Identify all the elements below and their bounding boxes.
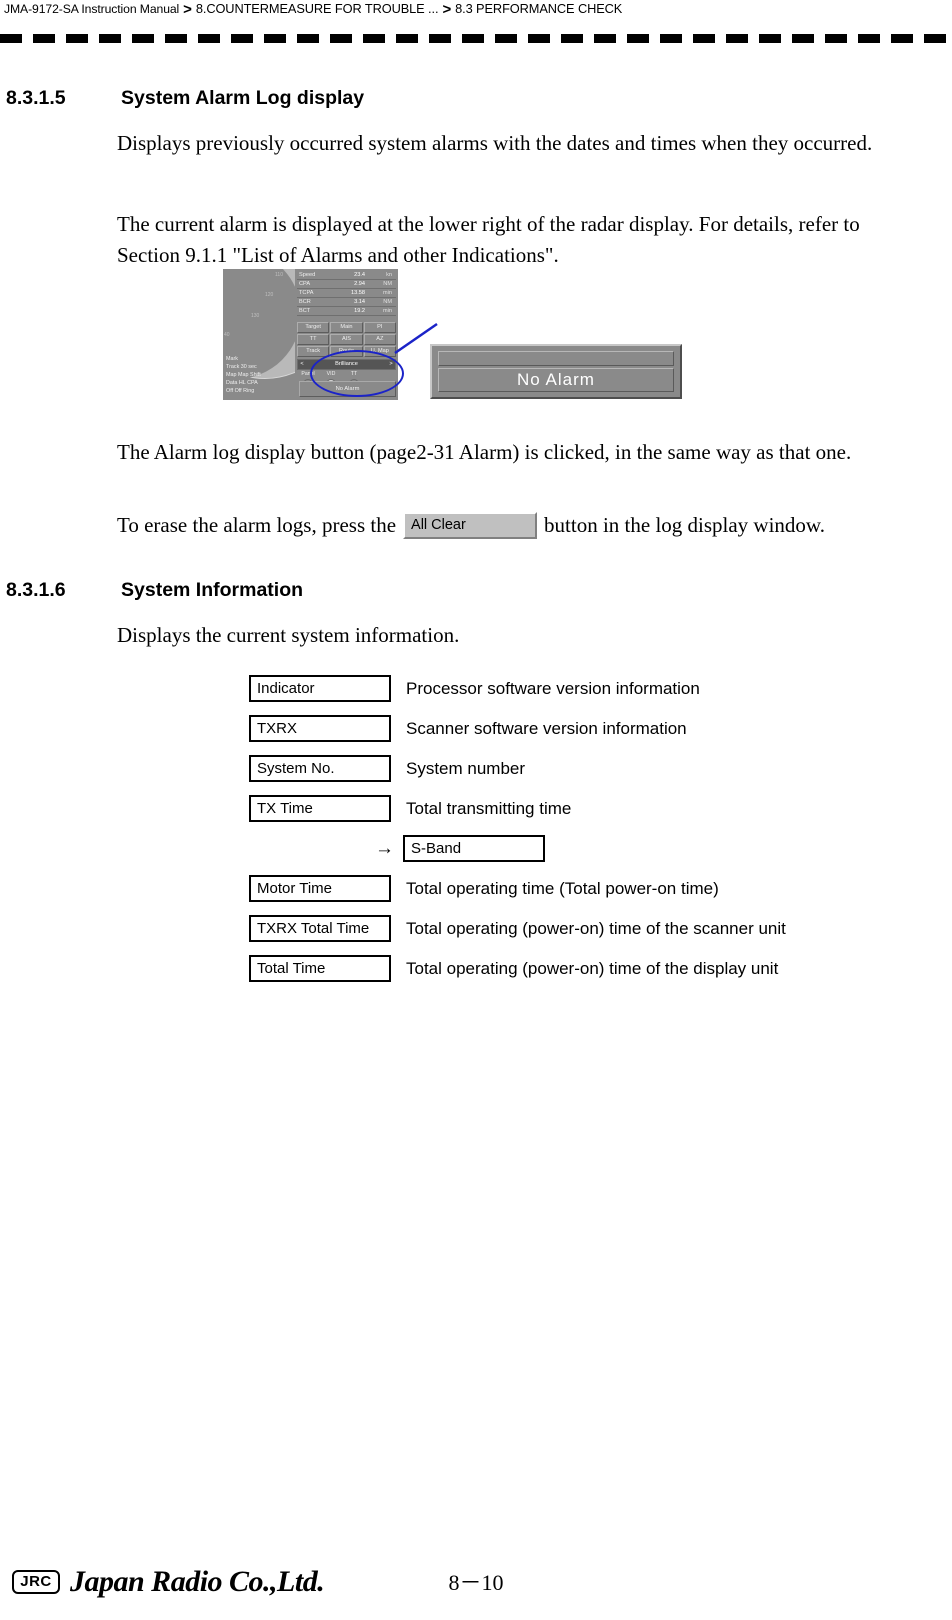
chevron-left-icon[interactable]: < — [298, 361, 306, 368]
table-row: TCPA 13.58 min — [297, 289, 396, 298]
list-item-sub: → S-Band — [249, 834, 909, 862]
page-footer: JRC Japan Radio Co.,Ltd. 8－10 — [0, 1565, 952, 1608]
list-item: System No. System number — [249, 754, 909, 782]
all-clear-sentence-after: button in the log display window. — [544, 513, 825, 537]
breadcrumb: JMA-9172-SA Instruction Manual >8.COUNTER… — [4, 0, 948, 18]
section-number-8316: 8.3.1.6 — [6, 579, 66, 601]
system-info-box-txrx[interactable]: TXRX — [249, 714, 391, 742]
system-information-list: Indicator Processor software version inf… — [249, 674, 909, 994]
radar-row-value: 2.94 — [354, 281, 365, 287]
radar-button-target[interactable]: Target — [297, 322, 330, 333]
breadcrumb-separator-1: > — [183, 1, 192, 18]
all-clear-sentence: To erase the alarm logs, press the All C… — [117, 510, 825, 541]
system-info-desc-txrx: Scanner software version information — [406, 718, 687, 738]
table-row: Speed 23.4 kn — [297, 271, 396, 280]
radar-row-unit: kn — [386, 272, 392, 278]
radar-row-label: CPA — [299, 281, 311, 287]
radar-row-label: BCR — [299, 299, 311, 305]
system-info-box-s-band[interactable]: S-Band — [403, 834, 545, 862]
system-info-box-indicator[interactable]: Indicator — [249, 674, 391, 702]
paragraph-8315-3: The Alarm log display button (page2-31 A… — [117, 440, 852, 464]
breadcrumb-chapter: 8.COUNTERMEASURE FOR TROUBLE ... — [195, 1, 439, 16]
table-row: CPA 2.94 NM — [297, 280, 396, 289]
radar-row-unit: NM — [383, 281, 392, 287]
callout-highlight-ellipse — [310, 350, 404, 397]
radar-button-pi[interactable]: PI — [363, 322, 396, 333]
radar-left-menu: Mark Track 30 sec Map Map Shift Data HL … — [226, 355, 261, 395]
page-number: 8－10 — [448, 1570, 504, 1595]
no-alarm-enlarged-panel: No Alarm — [430, 344, 682, 399]
list-item: TX Time Total transmitting time — [249, 794, 909, 822]
radar-target-data-table: Speed 23.4 kn CPA 2.94 NM TCPA 13.58 min… — [297, 271, 396, 316]
table-row: BCR 3.14 NM — [297, 298, 396, 307]
system-info-box-motor-time[interactable]: Motor Time — [249, 874, 391, 902]
radar-menu-off-off-ring[interactable]: Off Off Ring — [226, 387, 261, 395]
system-info-desc-indicator: Processor software version information — [406, 678, 700, 698]
radar-button-tt[interactable]: TT — [297, 334, 330, 345]
system-info-desc-total-time: Total operating (power-on) time of the d… — [406, 958, 779, 978]
radar-menu-data-hl-cpa[interactable]: Data HL CPA — [226, 379, 261, 387]
header-dashed-rule — [0, 34, 952, 43]
radar-row-value: 19.2 — [354, 308, 365, 314]
paragraph-8315-2: The current alarm is displayed at the lo… — [117, 212, 860, 267]
radar-range-label-40: 40 — [224, 332, 230, 338]
breadcrumb-section: 8.3 PERFORMANCE CHECK — [455, 1, 623, 16]
system-info-desc-txrx-total-time: Total operating (power-on) time of the s… — [406, 918, 786, 938]
radar-menu-mark[interactable]: Mark — [226, 355, 261, 363]
list-item: Motor Time Total operating time (Total p… — [249, 874, 909, 902]
list-item: TXRX Scanner software version informatio… — [249, 714, 909, 742]
system-info-box-txrx-total-time[interactable]: TXRX Total Time — [249, 914, 391, 942]
list-item: Total Time Total operating (power-on) ti… — [249, 954, 909, 982]
radar-row-value: 13.58 — [351, 290, 365, 296]
paragraph-8316-1: Displays the current system information. — [117, 623, 460, 647]
radar-range-label-120: 120 — [265, 292, 274, 298]
breadcrumb-manual: JMA-9172-SA Instruction Manual — [4, 2, 180, 16]
breadcrumb-separator-2: > — [442, 1, 452, 18]
radar-ppi-area: 110 120 130 40 Mark Track 30 sec Map Map… — [223, 269, 295, 400]
no-alarm-text[interactable]: No Alarm — [438, 368, 674, 392]
radar-button-az[interactable]: AZ — [363, 334, 396, 345]
all-clear-button[interactable]: All Clear — [403, 512, 538, 539]
radar-range-label-130: 130 — [251, 313, 260, 319]
paragraph-8315-1: Displays previously occurred system alar… — [117, 131, 873, 155]
list-item: Indicator Processor software version inf… — [249, 674, 909, 702]
radar-button-row-1: Target Main PI — [297, 322, 396, 333]
radar-button-ais[interactable]: AIS — [330, 334, 363, 345]
system-info-box-system-no[interactable]: System No. — [249, 754, 391, 782]
page-title-8315: 8.3.1.5 System Alarm Log display — [6, 86, 364, 110]
system-info-desc-system-no: System number — [406, 758, 526, 778]
radar-row-label: BCT — [299, 308, 311, 314]
radar-row-value: 3.14 — [354, 299, 365, 305]
radar-row-unit: NM — [383, 299, 392, 305]
page-title-8316: 8.3.1.6 System Information — [6, 578, 303, 602]
radar-row-unit: min — [382, 308, 392, 314]
section-title-8315: System Alarm Log display — [121, 87, 365, 109]
radar-button-row-2: TT AIS AZ — [297, 334, 396, 345]
system-info-box-total-time[interactable]: Total Time — [249, 954, 391, 982]
all-clear-sentence-before: To erase the alarm logs, press the — [117, 513, 397, 537]
radar-row-value: 23.4 — [354, 272, 365, 278]
system-info-desc-tx-time: Total transmitting time — [406, 798, 572, 818]
radar-row-unit: min — [382, 290, 392, 296]
system-info-box-tx-time[interactable]: TX Time — [249, 794, 391, 822]
radar-range-label-110: 110 — [275, 272, 283, 278]
no-alarm-upper-slot — [438, 351, 674, 366]
radar-row-label: Speed — [299, 272, 316, 278]
section-title-8316: System Information — [121, 579, 304, 601]
system-info-desc-motor-time: Total operating time (Total power-on tim… — [406, 878, 719, 898]
arrow-right-icon: → — [375, 837, 394, 859]
section-number-8315: 8.3.1.5 — [6, 87, 66, 109]
list-item: TXRX Total Time Total operating (power-o… — [249, 914, 909, 942]
radar-menu-map-shift[interactable]: Map Map Shift — [226, 371, 261, 379]
table-row: BCT 19.2 min — [297, 307, 396, 316]
radar-button-main[interactable]: Main — [330, 322, 363, 333]
radar-row-label: TCPA — [299, 290, 314, 296]
radar-menu-track[interactable]: Track 30 sec — [226, 363, 261, 371]
